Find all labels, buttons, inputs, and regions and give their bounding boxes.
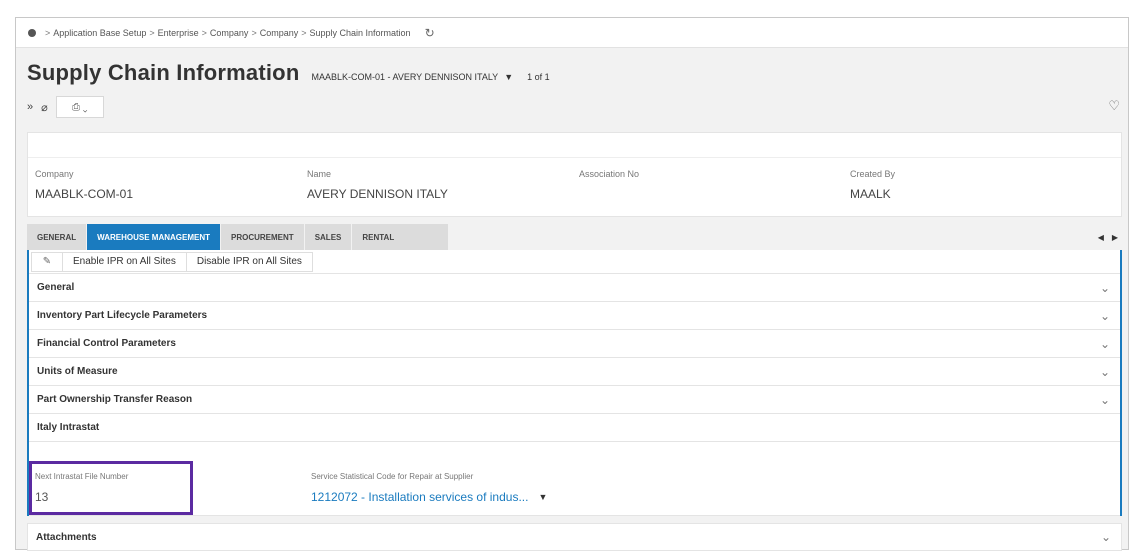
chevron-down-icon[interactable]: ⌄ — [1100, 393, 1110, 407]
section-attachments[interactable]: Attachments ⌄ — [27, 523, 1122, 551]
section-inventory-part-lifecycle[interactable]: Inventory Part Lifecycle Parameters ⌄ — [29, 302, 1120, 330]
section-part-ownership-transfer[interactable]: Part Ownership Transfer Reason ⌄ — [29, 386, 1120, 414]
app-frame: > Application Base Setup > Enterprise > … — [15, 17, 1129, 551]
breadcrumb-item[interactable]: Company — [210, 28, 249, 38]
tab-bar: GENERAL WAREHOUSE MANAGEMENT PROCUREMENT… — [27, 224, 1122, 250]
title-row: Supply Chain Information MAABLK-COM-01 -… — [27, 60, 550, 86]
disable-ipr-button[interactable]: Disable IPR on All Sites — [185, 251, 313, 272]
tab-general[interactable]: GENERAL — [27, 224, 88, 250]
chevron-down-icon[interactable]: ⌄ — [1100, 337, 1110, 351]
header-card: Company MAABLK-COM-01 Name AVERY DENNISO… — [27, 132, 1122, 217]
report-dropdown-button[interactable]: ⎙ ⌄ — [55, 96, 104, 118]
scroll-right-icon[interactable]: ▶ — [1112, 233, 1118, 242]
attachment-icon[interactable]: ⌀ — [41, 101, 48, 114]
field-label: Created By — [850, 169, 896, 179]
chevron-down-icon[interactable]: ⌄ — [1101, 530, 1111, 544]
service-code-value[interactable]: 1212072 - Installation services of indus… — [311, 490, 528, 504]
company-field: Company MAABLK-COM-01 — [35, 169, 133, 201]
tab-warehouse-management[interactable]: WAREHOUSE MANAGEMENT — [87, 224, 222, 250]
tab-content: ✎ Enable IPR on All Sites Disable IPR on… — [27, 250, 1122, 516]
edit-icon[interactable]: ✎ — [31, 251, 63, 272]
section-title: General — [37, 282, 75, 293]
enable-ipr-button[interactable]: Enable IPR on All Sites — [62, 251, 187, 272]
breadcrumb-item[interactable]: Application Base Setup — [53, 28, 146, 38]
chevron-down-icon[interactable]: ⌄ — [1100, 365, 1110, 379]
caret-down-icon[interactable]: ▼ — [504, 72, 513, 82]
toolbar: » ⌀ ⎙ ⌄ — [27, 96, 104, 118]
section-financial-control[interactable]: Financial Control Parameters ⌄ — [29, 330, 1120, 358]
section-title: Financial Control Parameters — [37, 338, 176, 349]
tab-scroll: ◀ ▶ — [1098, 224, 1122, 250]
section-general[interactable]: General ⌄ — [29, 274, 1120, 302]
field-label: Association No — [579, 169, 640, 179]
tab-procurement[interactable]: PROCUREMENT — [221, 224, 305, 250]
section-title: Units of Measure — [37, 366, 118, 377]
page-title: Supply Chain Information — [27, 60, 300, 85]
created-by-field: Created By MAALK — [850, 169, 895, 201]
section-units-of-measure[interactable]: Units of Measure ⌄ — [29, 358, 1120, 386]
expand-icon[interactable]: » — [27, 101, 33, 113]
tab-sales[interactable]: SALES — [304, 224, 353, 250]
field-value: MAABLK-COM-01 — [35, 187, 134, 201]
section-title: Part Ownership Transfer Reason — [37, 394, 193, 405]
breadcrumb: > Application Base Setup > Enterprise > … — [16, 18, 1128, 48]
breadcrumb-item-current: Supply Chain Information — [309, 27, 411, 38]
association-no-field: Association No — [579, 169, 639, 187]
name-field: Name AVERY DENNISON ITALY — [307, 169, 448, 201]
favorite-icon[interactable]: ♡ — [1108, 98, 1120, 114]
field-value: MAALK — [850, 187, 891, 201]
chevron-down-icon[interactable]: ⌄ — [1100, 309, 1110, 323]
field-label: Company — [35, 169, 74, 179]
command-bar: ✎ Enable IPR on All Sites Disable IPR on… — [29, 250, 1120, 274]
chevron-down-icon[interactable]: ⌄ — [1100, 281, 1110, 295]
record-selector-label: MAABLK-COM-01 - AVERY DENNISON ITALY — [311, 72, 499, 82]
section-title: Attachments — [36, 531, 97, 543]
field-label: Service Statistical Code for Repair at S… — [311, 472, 474, 481]
separator: > — [45, 27, 51, 38]
section-italy-intrastat[interactable]: Italy Intrastat — [29, 414, 1120, 442]
refresh-icon[interactable]: ↻ — [425, 26, 435, 40]
section-title: Italy Intrastat — [37, 422, 100, 433]
breadcrumb-item[interactable]: Enterprise — [158, 28, 199, 38]
field-label: Name — [307, 169, 332, 179]
caret-down-icon[interactable]: ▼ — [538, 492, 547, 502]
header-band — [28, 133, 1121, 158]
section-title: Inventory Part Lifecycle Parameters — [37, 310, 208, 321]
separator: > — [301, 27, 307, 38]
separator: > — [201, 27, 207, 38]
breadcrumb-item[interactable]: Company — [260, 28, 299, 38]
highlight-box — [29, 461, 193, 515]
separator: > — [149, 27, 155, 38]
service-code-link[interactable]: 1212072 - Installation services of indus… — [311, 490, 547, 504]
record-count: 1 of 1 — [527, 72, 550, 82]
separator: > — [251, 27, 257, 38]
field-value: AVERY DENNISON ITALY — [307, 187, 448, 201]
home-icon[interactable] — [28, 28, 36, 37]
service-statistical-code-field: Service Statistical Code for Repair at S… — [311, 472, 547, 504]
record-selector[interactable]: MAABLK-COM-01 - AVERY DENNISON ITALY ▼ 1… — [311, 72, 549, 82]
tab-rental[interactable]: RENTAL — [352, 224, 450, 250]
scroll-left-icon[interactable]: ◀ — [1098, 233, 1104, 242]
